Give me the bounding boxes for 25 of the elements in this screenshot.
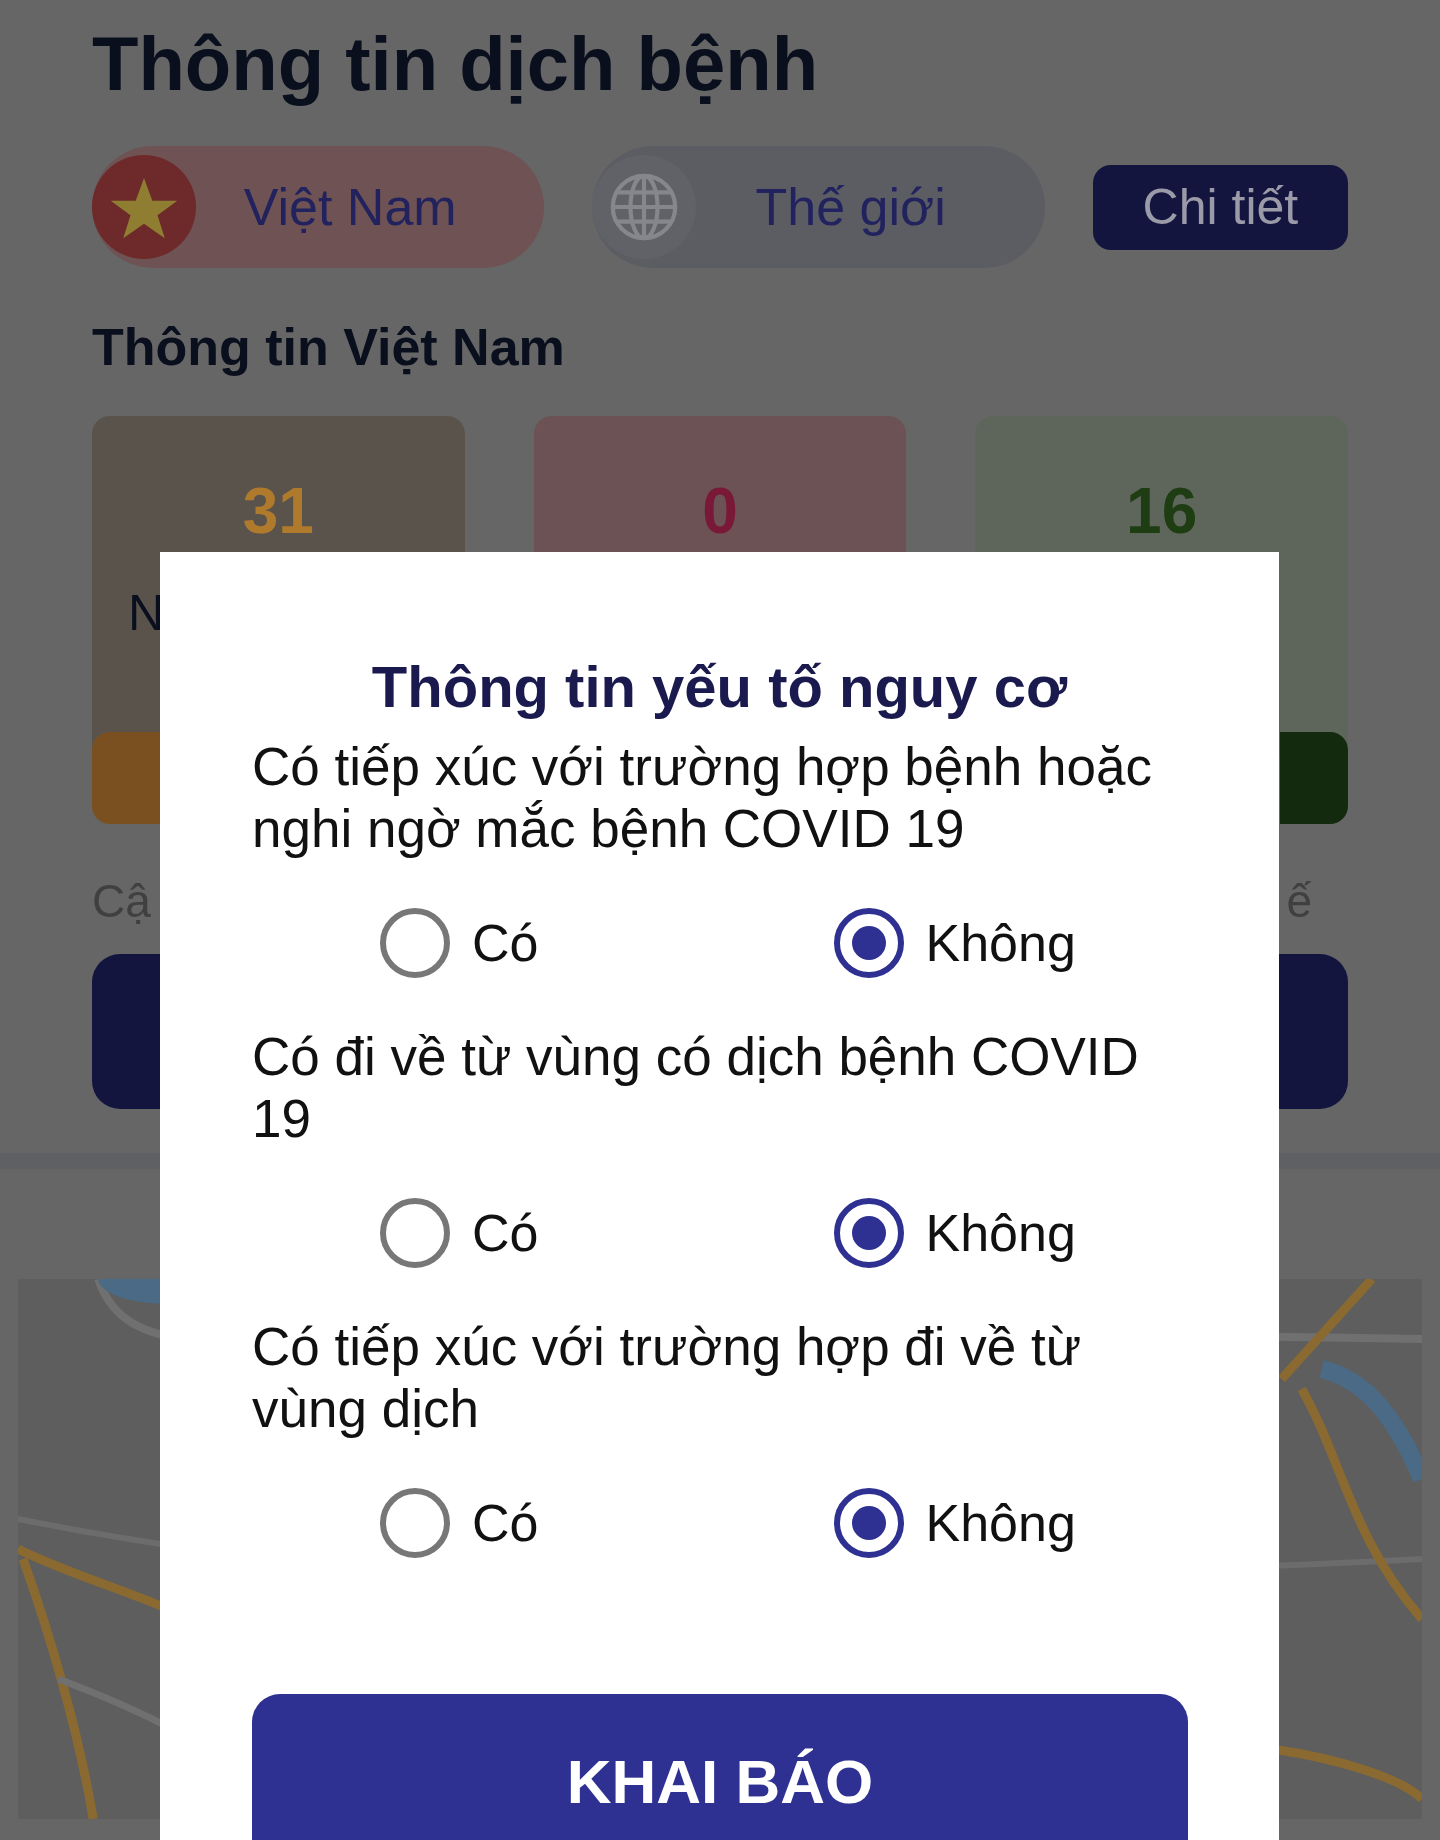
star-flag-icon: [92, 155, 196, 259]
option-label[interactable]: Có: [472, 913, 539, 973]
radio-button[interactable]: [380, 1488, 450, 1558]
stat-value: 0: [701, 474, 739, 549]
radio-button[interactable]: [833, 1198, 904, 1268]
option-label[interactable]: Có: [472, 1493, 539, 1553]
submit-button[interactable]: KHAI BÁO: [252, 1694, 1188, 1840]
option-label[interactable]: Không: [925, 1493, 1076, 1553]
section-title: Thông tin Việt Nam: [92, 317, 566, 378]
dialog-title: Thông tin yếu tố nguy cơ: [370, 653, 1069, 721]
stat-value: 31: [241, 474, 315, 549]
question-text: Có tiếp xúc với trường hợp bệnh hoặc nghi ngờ mắc bệnh COVID 19: [252, 736, 1153, 860]
detail-button[interactable]: Chi tiết: [1092, 164, 1348, 250]
option-label[interactable]: Có: [472, 1203, 539, 1263]
radio-button[interactable]: [833, 1488, 904, 1558]
question-text: Có tiếp xúc với trường hợp đi về từ vùng dịch: [252, 1316, 1083, 1440]
option-label[interactable]: Không: [925, 913, 1076, 973]
stat-label: N: [128, 584, 165, 642]
radio-button[interactable]: [380, 1198, 450, 1268]
stat-value: 16: [1125, 474, 1199, 549]
option-label[interactable]: Không: [925, 1203, 1076, 1263]
radio-button[interactable]: [380, 908, 450, 978]
radio-button[interactable]: [833, 908, 904, 978]
question-text: Có đi về từ vùng có dịch bệnh COVID 19: [252, 1026, 1140, 1150]
page-title: Thông tin dịch bệnh: [92, 20, 820, 108]
